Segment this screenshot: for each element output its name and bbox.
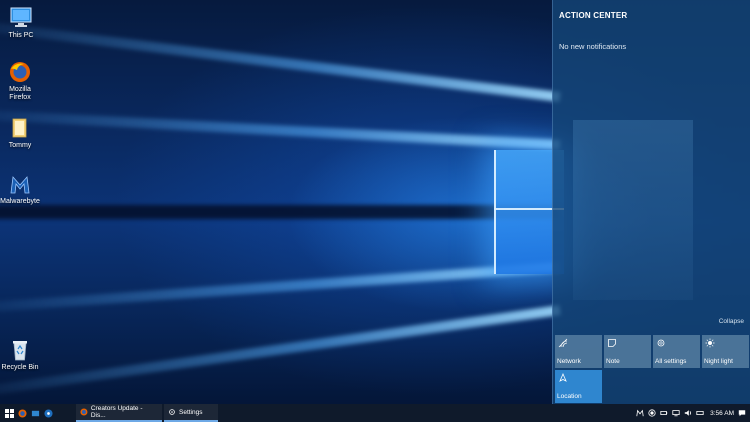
quick-action-label: Night light bbox=[704, 358, 733, 365]
taskbar-app-settings-window[interactable]: Settings bbox=[164, 404, 218, 422]
action-center-panel: ACTION CENTER No new notifications Colla… bbox=[552, 0, 750, 404]
taskbar-app-label: Settings bbox=[179, 408, 203, 416]
desktop-icon-firefox[interactable]: Mozilla Firefox bbox=[0, 60, 43, 102]
gear-icon bbox=[169, 409, 175, 415]
clock[interactable]: 3:56 AM bbox=[710, 410, 734, 417]
malwarebytes-icon bbox=[10, 176, 30, 194]
note-icon bbox=[608, 339, 616, 347]
desktop-icon-label: This PC bbox=[8, 32, 34, 39]
panel-reflection bbox=[573, 120, 693, 300]
desktop-icon-label: Recycle Bin bbox=[1, 364, 39, 371]
desktop-icon-malwarebytes[interactable]: Malwarebyte bbox=[0, 172, 43, 206]
battery-icon[interactable] bbox=[660, 409, 668, 417]
malwarebytes-tray-icon[interactable] bbox=[636, 409, 644, 417]
desktop-icon-this-pc[interactable]: This PC bbox=[0, 6, 44, 40]
light-beam bbox=[0, 107, 561, 150]
pinned-apps bbox=[18, 404, 53, 422]
dark-band bbox=[0, 205, 560, 219]
location-icon bbox=[559, 373, 567, 382]
keyboard-icon[interactable] bbox=[696, 409, 704, 417]
windows-logo-icon bbox=[4, 408, 14, 418]
taskbar-app-label: Creators Update - Dis... bbox=[90, 405, 143, 419]
firefox-icon bbox=[80, 408, 88, 416]
action-center-title: ACTION CENTER bbox=[559, 11, 628, 20]
recycle-bin-icon bbox=[13, 341, 27, 361]
volume-icon[interactable] bbox=[684, 409, 692, 417]
quick-action-location[interactable]: Location bbox=[555, 370, 602, 403]
taskbar-app-firefox-window[interactable]: Creators Update - Dis... bbox=[76, 404, 162, 422]
gear-icon bbox=[657, 339, 665, 347]
folder-icon bbox=[12, 118, 27, 138]
light-beam bbox=[0, 262, 561, 316]
taskbar: Creators Update - Dis... Settings 3:56 A… bbox=[0, 404, 750, 422]
light-beam bbox=[0, 305, 561, 402]
quick-actions: Network Note All settings Night light Lo… bbox=[555, 335, 749, 403]
desktop-icon-label: Malwarebyte bbox=[0, 198, 40, 205]
brightness-icon bbox=[705, 338, 715, 348]
quick-action-note[interactable]: Note bbox=[604, 335, 651, 368]
firefox-icon bbox=[10, 62, 30, 82]
system-tray: 3:56 AM bbox=[636, 404, 746, 422]
collapse-link[interactable]: Collapse bbox=[719, 318, 744, 325]
windows-logo-line bbox=[494, 150, 496, 274]
network-icon bbox=[558, 338, 568, 348]
record-icon[interactable] bbox=[648, 409, 656, 417]
computer-icon bbox=[10, 7, 32, 27]
desktop-icon-label: Tommy bbox=[8, 142, 32, 149]
desktop-icon-tommy[interactable]: Tommy bbox=[0, 116, 43, 150]
quick-action-night-light[interactable]: Night light bbox=[702, 335, 749, 368]
network-icon[interactable] bbox=[672, 409, 680, 417]
start-button[interactable] bbox=[2, 404, 16, 422]
desktop-icon-recycle-bin[interactable]: Recycle Bin bbox=[0, 338, 43, 372]
quick-action-label: Note bbox=[606, 358, 620, 365]
quick-action-label: Network bbox=[557, 358, 581, 365]
light-beam bbox=[0, 16, 561, 102]
quick-action-all-settings[interactable]: All settings bbox=[653, 335, 700, 368]
desktop-icon-label: Mozilla bbox=[9, 86, 31, 93]
media-player-icon[interactable] bbox=[44, 408, 53, 418]
firefox-icon[interactable] bbox=[18, 408, 27, 418]
quick-action-label: Location bbox=[557, 393, 582, 400]
no-notifications-message: No new notifications bbox=[559, 42, 627, 51]
notifications-icon[interactable] bbox=[738, 409, 746, 417]
quick-action-label: All settings bbox=[655, 358, 687, 365]
quick-action-network[interactable]: Network bbox=[555, 335, 602, 368]
desktop-icon-label: Firefox bbox=[9, 94, 31, 101]
message-icon[interactable] bbox=[31, 409, 40, 418]
